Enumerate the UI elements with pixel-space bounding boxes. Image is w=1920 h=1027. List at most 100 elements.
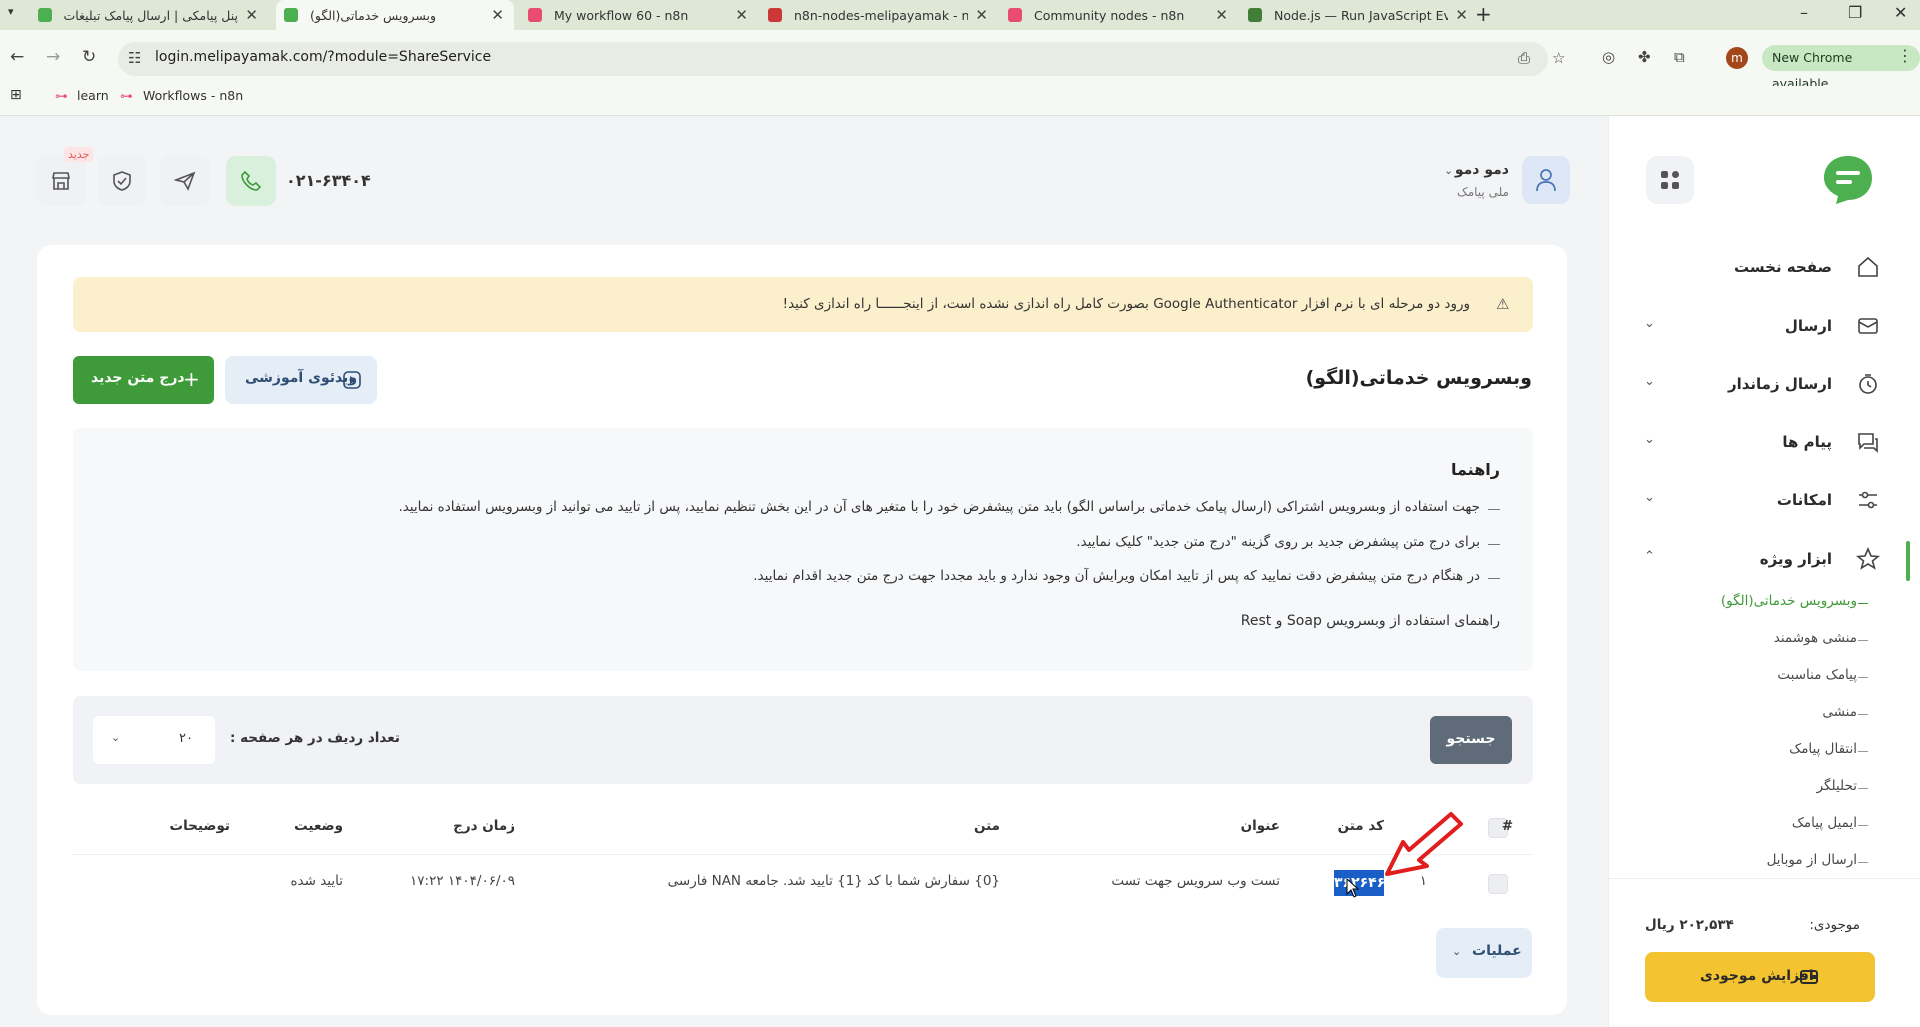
- rows-per-page-select[interactable]: ۲۰ ⌄: [93, 716, 215, 764]
- operations-dropdown-button[interactable]: عملیات ⌄: [1436, 928, 1532, 978]
- browser-tab[interactable]: Community nodes - n8n ✕: [1000, 0, 1238, 30]
- sidebar-item[interactable]: ارسال ⌄: [1640, 308, 1880, 344]
- operations-label: عملیات: [1472, 943, 1522, 959]
- tab-close-icon[interactable]: ✕: [975, 6, 988, 24]
- reload-icon[interactable]: ↻: [82, 47, 96, 67]
- tab-close-icon[interactable]: ✕: [491, 6, 504, 24]
- sidebar-item[interactable]: امکانات ⌄: [1640, 482, 1880, 518]
- add-balance-button[interactable]: افزایش موجودی: [1645, 952, 1875, 1002]
- add-new-text-button[interactable]: درج متن جدید +: [73, 356, 214, 404]
- two-factor-alert-text[interactable]: ورود دو مرحله ای با نرم افزار Google Aut…: [783, 296, 1470, 312]
- n8n-icon: ⊶: [120, 88, 133, 103]
- chrome-menu-icon[interactable]: ⋮: [1897, 46, 1913, 65]
- search-button[interactable]: جستجو: [1430, 716, 1512, 764]
- balance-value: ۲۰۲,۵۳۴ ریال: [1645, 917, 1734, 933]
- browser-tab[interactable]: My workflow 60 - n8n ✕: [520, 0, 758, 30]
- tab-close-icon[interactable]: ✕: [1215, 6, 1228, 24]
- guide-bullet: [1488, 578, 1500, 579]
- new-tab-plus-icon[interactable]: +: [1475, 2, 1492, 26]
- install-app-icon[interactable]: ⎙: [1518, 49, 1530, 67]
- sidebar-sub-item[interactable]: پیامک مناسبت: [1777, 667, 1857, 683]
- performance-icon[interactable]: ◎: [1602, 48, 1615, 66]
- tab-title: n8n-nodes-melipayamak - npm: [794, 7, 968, 23]
- add-new-text-label: درج متن جدید: [91, 370, 185, 386]
- tab-search-chevron-icon[interactable]: ▾: [8, 5, 14, 18]
- extension-badge-icon[interactable]: ✤: [1638, 48, 1651, 66]
- page-title: وبسرویس خدماتی(الگو): [1305, 367, 1532, 389]
- home-icon: [1858, 256, 1878, 277]
- sub-item-dash: [1858, 825, 1868, 826]
- sidebar-sub-item[interactable]: وبسرویس خدماتی(الگو): [1721, 593, 1857, 609]
- sidebar-item[interactable]: ابزار ویژه ⌃: [1640, 541, 1880, 577]
- tab-close-icon[interactable]: ✕: [245, 6, 258, 24]
- browser-tab[interactable]: وبسرویس خدماتی(الگو) ✕: [276, 0, 514, 30]
- row-time: ۱۴۰۴/۰۶/۰۹ ۱۷:۲۲: [410, 873, 515, 889]
- soap-rest-guide-link[interactable]: راهنمای استفاده از وبسرویس Soap و Rest: [1241, 613, 1500, 629]
- tab-favicon-icon: [38, 8, 52, 22]
- sidebar-sub-item[interactable]: منشی هوشمند: [1774, 630, 1857, 646]
- guide-line: در هنگام درج متن پیشفرض دقت نمایید که پس…: [753, 568, 1480, 584]
- chevron-down-icon[interactable]: ⌄: [1444, 164, 1453, 177]
- add-balance-label: افزایش موجودی: [1700, 968, 1814, 984]
- column-header-time: زمان درج: [453, 818, 515, 834]
- browser-tab[interactable]: Node.js — Run JavaScript Every ✕: [1240, 0, 1478, 30]
- sidebar-sub-item[interactable]: منشی: [1822, 704, 1857, 720]
- apps-grid-icon[interactable]: ⊞: [10, 87, 22, 103]
- site-info-icon[interactable]: ☷: [128, 49, 141, 67]
- sidebar-item-label: صفحه نخست: [1733, 258, 1832, 276]
- row-text: {0} سفارش شما با کد {1} تایید شد. جامعه …: [667, 873, 1000, 889]
- sidebar-sub-item[interactable]: ارسال از موبایل: [1767, 852, 1857, 868]
- store-icon: [52, 172, 70, 190]
- support-call-button[interactable]: [226, 156, 276, 206]
- window-close-icon[interactable]: ✕: [1894, 3, 1907, 22]
- bookmark-learn[interactable]: learn: [77, 88, 109, 103]
- row-title: تست وب سرویس جهت تست: [1111, 873, 1280, 889]
- play-video-icon: [343, 371, 361, 389]
- chevron-down-icon: ⌄: [1644, 316, 1655, 331]
- profile-avatar[interactable]: m: [1726, 47, 1748, 69]
- sidebar-sub-item[interactable]: ایمیل پیامک: [1792, 815, 1857, 831]
- column-header-desc: توضیحات: [169, 818, 230, 834]
- search-label: جستجو: [1446, 731, 1496, 747]
- sidebar-item[interactable]: صفحه نخست: [1640, 249, 1880, 285]
- timer-icon: [1859, 374, 1877, 394]
- tab-close-icon[interactable]: ✕: [1455, 6, 1468, 24]
- tab-close-icon[interactable]: ✕: [735, 6, 748, 24]
- guide-bullet: [1488, 544, 1500, 545]
- grid-icon: [1661, 171, 1679, 189]
- security-button[interactable]: [97, 156, 147, 206]
- extensions-puzzle-icon[interactable]: ⧉: [1674, 48, 1685, 66]
- restore-icon[interactable]: ❐: [1848, 3, 1862, 22]
- sidebar-sub-item[interactable]: تحلیلگر: [1817, 778, 1857, 794]
- browser-tab[interactable]: n8n-nodes-melipayamak - npm ✕: [760, 0, 998, 30]
- forward-arrow-icon[interactable]: →: [46, 47, 60, 67]
- browser-tab[interactable]: پنل پیامکی | ارسال پیامک تبلیغات ✕: [30, 0, 268, 30]
- row-checkbox[interactable]: [1488, 874, 1508, 894]
- warning-icon: ⚠: [1496, 295, 1510, 313]
- sidebar-item[interactable]: ارسال زماندار ⌄: [1640, 366, 1880, 402]
- back-arrow-icon[interactable]: ←: [10, 47, 24, 67]
- tab-title: Node.js — Run JavaScript Every: [1274, 7, 1448, 23]
- sidebar-scrollbar[interactable]: [1906, 541, 1910, 581]
- chevron-down-icon: ⌄: [1644, 490, 1655, 505]
- apps-menu-button[interactable]: [1646, 156, 1694, 204]
- rows-per-page-value: ۲۰: [179, 731, 193, 746]
- url-text[interactable]: login.melipayamak.com/?module=ShareServi…: [155, 49, 491, 65]
- marketplace-button[interactable]: [36, 156, 86, 206]
- table-header-divider: [73, 854, 1533, 855]
- column-header-text: متن: [973, 818, 1000, 834]
- minimize-icon[interactable]: –: [1800, 3, 1808, 22]
- tutorial-video-button[interactable]: ویدئوی آموزشی: [225, 356, 377, 404]
- sliders-icon: [1859, 491, 1877, 509]
- bookmark-star-icon[interactable]: ☆: [1552, 49, 1565, 67]
- sidebar-item[interactable]: پیام ها ⌄: [1640, 424, 1880, 460]
- star-icon: [1856, 547, 1880, 570]
- bookmark-workflows[interactable]: Workflows - n8n: [143, 88, 243, 103]
- user-avatar[interactable]: [1522, 156, 1570, 204]
- tab-favicon-icon: [768, 8, 782, 22]
- user-name[interactable]: دمو دمو: [1455, 162, 1509, 178]
- sidebar-sub-item[interactable]: انتقال پیامک: [1789, 741, 1857, 757]
- telegram-button[interactable]: [160, 156, 210, 206]
- sidebar-item-label: ارسال زماندار: [1727, 375, 1832, 393]
- sub-item-dash: [1858, 788, 1868, 789]
